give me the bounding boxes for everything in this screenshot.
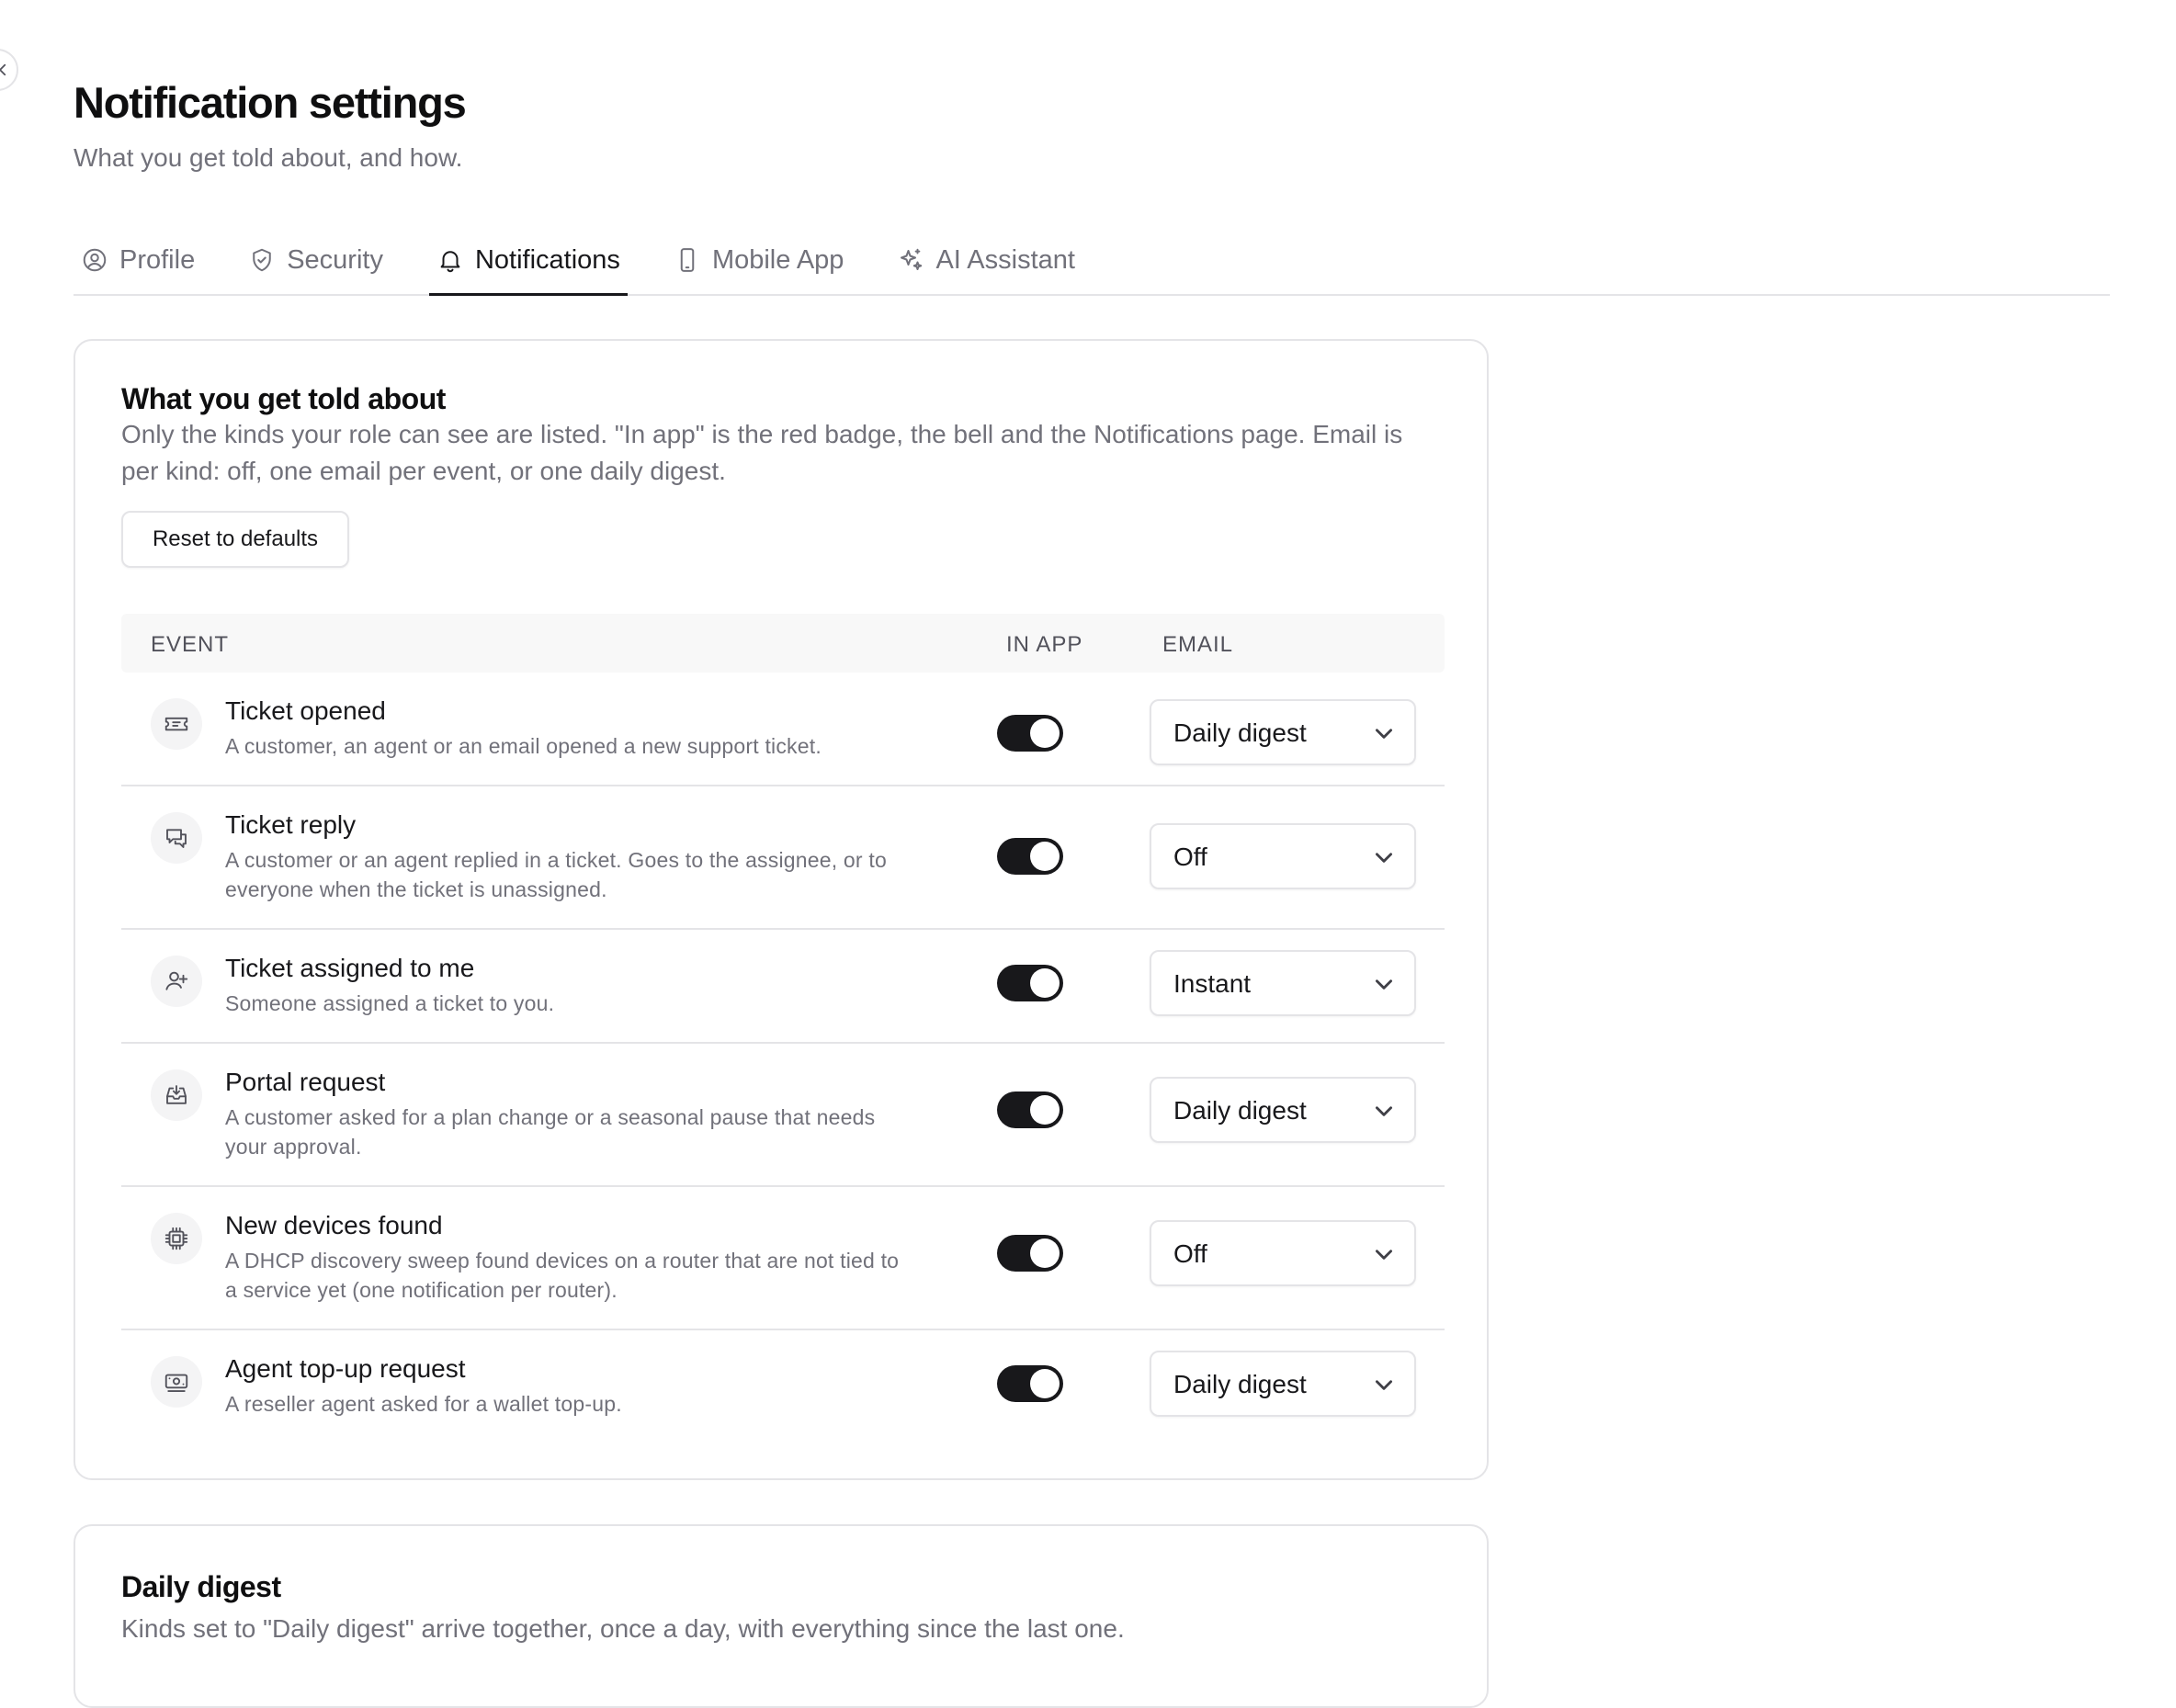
tab-notifications[interactable]: Notifications	[428, 226, 628, 296]
toggle-knob	[1030, 1369, 1060, 1398]
bell-icon	[440, 251, 460, 273]
page-subtitle: What you get told about, and how.	[74, 143, 463, 172]
tab-label: Profile	[119, 244, 196, 275]
chevron-down-icon	[1376, 853, 1392, 863]
reset-to-defaults-button[interactable]: Reset to defaults	[121, 511, 349, 568]
column-header-email: EMAIL	[1162, 632, 1234, 657]
email-frequency-select[interactable]: Daily digest	[1150, 1077, 1416, 1143]
card-description: Kinds set to "Daily digest" arrive toget…	[121, 1614, 1125, 1643]
user-plus-icon	[151, 956, 202, 1007]
table-row: Agent top-up request A reseller agent as…	[121, 1330, 1445, 1444]
message-reply-icon	[151, 812, 202, 864]
tab-security[interactable]: Security	[241, 226, 391, 294]
tab-ai-assistant[interactable]: AI Assistant	[890, 226, 1082, 294]
event-title: Agent top-up request	[225, 1354, 466, 1383]
column-header-in-app: IN APP	[1006, 632, 1083, 657]
toggle-knob	[1030, 1095, 1060, 1125]
tab-label: AI Assistant	[935, 244, 1075, 275]
in-app-toggle[interactable]	[997, 1365, 1063, 1402]
card-description: Only the kinds your role can see are lis…	[121, 420, 1403, 485]
event-title: Ticket reply	[225, 810, 357, 839]
table-row: Ticket reply A customer or an agent repl…	[121, 786, 1445, 930]
in-app-toggle[interactable]	[997, 838, 1063, 875]
ticket-icon	[151, 698, 202, 750]
select-value: Daily digest	[1173, 1370, 1307, 1398]
table-row: New devices found A DHCP discovery sweep…	[121, 1187, 1445, 1330]
tab-label: Security	[287, 244, 383, 275]
event-title: Portal request	[225, 1068, 386, 1096]
card-title: What you get told about	[121, 382, 446, 415]
tab-label: Mobile App	[711, 244, 844, 275]
in-app-toggle[interactable]	[997, 1092, 1063, 1128]
select-value: Daily digest	[1173, 718, 1307, 747]
email-frequency-select[interactable]: Off	[1150, 1220, 1416, 1286]
chevron-down-icon	[1376, 979, 1392, 990]
in-app-toggle[interactable]	[997, 715, 1063, 752]
toggle-knob	[1030, 842, 1060, 871]
event-title: New devices found	[225, 1211, 443, 1239]
toggle-knob	[1030, 718, 1060, 748]
back-button[interactable]	[0, 49, 18, 91]
column-header-event: EVENT	[151, 632, 230, 657]
card-title: Daily digest	[121, 1570, 281, 1603]
tab-label: Notifications	[474, 244, 620, 275]
in-app-toggle[interactable]	[997, 1235, 1063, 1272]
select-value: Off	[1173, 843, 1207, 871]
event-title: Ticket assigned to me	[225, 954, 475, 982]
email-frequency-select[interactable]: Daily digest	[1150, 699, 1416, 765]
toggle-knob	[1030, 1239, 1060, 1268]
table-header: EVENT IN APP EMAIL	[121, 614, 1445, 673]
toggle-knob	[1030, 968, 1060, 998]
chevron-down-icon	[1376, 729, 1392, 739]
event-title: Ticket opened	[225, 696, 386, 725]
smartphone-icon	[680, 248, 695, 272]
chevron-down-icon	[1376, 1106, 1392, 1116]
table-row: Ticket assigned to me Someone assigned a…	[121, 930, 1445, 1044]
select-value: Instant	[1173, 969, 1252, 998]
inbox-download-icon	[151, 1069, 202, 1121]
chip-icon	[151, 1213, 202, 1264]
email-frequency-select[interactable]: Off	[1150, 823, 1416, 889]
table-row: Portal request A customer asked for a pl…	[121, 1044, 1445, 1187]
email-frequency-select[interactable]: Instant	[1150, 950, 1416, 1016]
sparkles-icon	[901, 248, 923, 270]
user-circle-icon	[83, 248, 107, 272]
page-title: Notification settings	[74, 78, 467, 127]
event-description: A customer asked for a plan change or a …	[225, 1105, 876, 1159]
tab-profile[interactable]: Profile	[74, 226, 202, 294]
daily-digest-card: Daily digest Kinds set to "Daily digest"…	[74, 1524, 1489, 1708]
event-description: A customer or an agent replied in a tick…	[225, 848, 887, 901]
chevron-down-icon	[1376, 1380, 1392, 1390]
settings-tabs: Profile Security Notifications Mobile Ap…	[74, 226, 2110, 296]
select-value: Daily digest	[1173, 1096, 1307, 1125]
chevron-left-icon	[0, 63, 6, 76]
event-description: A DHCP discovery sweep found devices on …	[225, 1249, 900, 1302]
notification-kinds-card: What you get told about Only the kinds y…	[74, 339, 1489, 1480]
event-description: A reseller agent asked for a wallet top-…	[225, 1392, 622, 1416]
event-description: A customer, an agent or an email opened …	[225, 734, 822, 758]
banknote-icon	[151, 1356, 202, 1408]
email-frequency-select[interactable]: Daily digest	[1150, 1351, 1416, 1417]
select-value: Off	[1173, 1239, 1207, 1268]
in-app-toggle[interactable]	[997, 965, 1063, 1001]
event-description: Someone assigned a ticket to you.	[225, 991, 555, 1015]
chevron-down-icon	[1376, 1250, 1392, 1260]
shield-check-icon	[253, 248, 271, 272]
table-row: Ticket opened A customer, an agent or an…	[121, 673, 1445, 786]
tab-mobile-app[interactable]: Mobile App	[666, 226, 852, 294]
